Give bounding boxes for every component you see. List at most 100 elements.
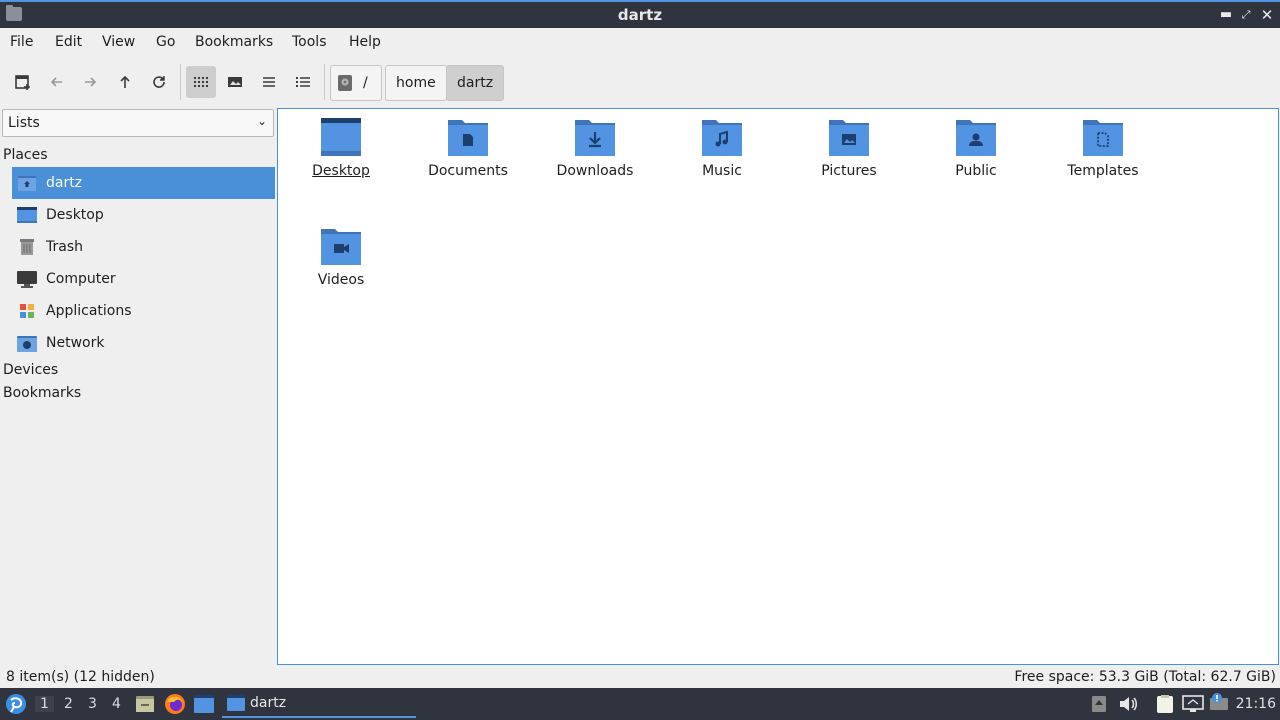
updates-icon xyxy=(1092,696,1106,712)
breadcrumb-home[interactable]: home xyxy=(385,65,447,101)
file-manager-icon xyxy=(136,696,154,712)
file-item-music[interactable]: Music xyxy=(667,109,777,199)
menu-bookmarks[interactable]: Bookmarks xyxy=(195,34,273,50)
computer-icon xyxy=(17,269,37,289)
place-label: dartz xyxy=(46,175,83,191)
file-name: Videos xyxy=(317,272,365,288)
file-name: Downloads xyxy=(556,163,634,179)
documents-folder-icon xyxy=(448,120,488,156)
tray-notifications[interactable] xyxy=(1209,692,1229,716)
file-item-pictures[interactable]: Pictures xyxy=(794,109,904,199)
file-item-templates[interactable]: Templates xyxy=(1048,109,1158,199)
clipboard-icon xyxy=(1157,695,1173,713)
tray-volume[interactable] xyxy=(1118,695,1138,717)
music-folder-icon xyxy=(702,120,742,156)
workspace-4[interactable]: 4 xyxy=(112,696,121,712)
place-label: Applications xyxy=(46,303,132,319)
menu-help[interactable]: Help xyxy=(349,34,381,50)
place-trash[interactable]: Trash xyxy=(12,231,275,263)
place-applications[interactable]: Applications xyxy=(12,295,275,327)
detailed-list-button[interactable] xyxy=(288,66,318,98)
thumbnail-view-button[interactable] xyxy=(220,66,250,98)
tray-updates[interactable] xyxy=(1091,695,1107,717)
tray-clipboard[interactable] xyxy=(1155,694,1175,718)
menu-view[interactable]: View xyxy=(102,34,135,50)
file-item-desktop[interactable]: Desktop xyxy=(286,109,396,199)
network-status-icon xyxy=(1182,695,1204,712)
toolbar-separator xyxy=(180,64,181,100)
taskbar: 1 2 3 4 dartz 21:16 xyxy=(0,688,1280,720)
reload-icon xyxy=(153,76,165,88)
file-name: Desktop xyxy=(312,163,370,179)
new-tab-button[interactable] xyxy=(8,66,38,98)
start-menu-button[interactable] xyxy=(5,693,27,719)
file-item-videos[interactable]: Videos xyxy=(286,218,396,308)
workspace-3[interactable]: 3 xyxy=(88,696,97,712)
task-dartz[interactable]: dartz xyxy=(222,690,416,718)
clock[interactable]: 21:16 xyxy=(1236,696,1276,712)
close-button[interactable]: ✕ xyxy=(1257,5,1277,25)
place-network[interactable]: Network xyxy=(12,327,275,359)
volume-icon xyxy=(1120,697,1137,711)
new-tab-icon xyxy=(15,75,30,90)
firefox-launcher[interactable] xyxy=(164,693,186,719)
file-manager-launcher[interactable] xyxy=(135,694,155,718)
minimize-button[interactable]: ▬ xyxy=(1216,5,1236,25)
side-pane: Lists ⌄ Places dartz Desktop Trash Compu… xyxy=(0,108,276,666)
breadcrumb-dartz[interactable]: dartz xyxy=(446,65,505,101)
bookmarks-header[interactable]: Bookmarks xyxy=(3,385,81,401)
place-computer[interactable]: Computer xyxy=(12,263,275,295)
place-label: Network xyxy=(46,335,105,351)
tray-network[interactable] xyxy=(1182,695,1204,717)
up-button[interactable] xyxy=(110,66,140,98)
workspace-1[interactable]: 1 xyxy=(35,696,54,712)
breadcrumb-root[interactable]: / xyxy=(330,65,382,101)
file-item-downloads[interactable]: Downloads xyxy=(540,109,650,199)
applications-icon xyxy=(17,301,37,321)
menu-go[interactable]: Go xyxy=(156,34,175,50)
file-name: Templates xyxy=(1067,163,1139,179)
free-space: Free space: 53.3 GiB (Total: 62.7 GiB) xyxy=(1014,669,1276,685)
menu-file[interactable]: File xyxy=(10,34,33,50)
notification-icon xyxy=(1210,693,1228,710)
desktop-launcher[interactable] xyxy=(193,694,215,718)
file-item-documents[interactable]: Documents xyxy=(413,109,523,199)
file-view[interactable]: Desktop Documents Downloads Music Pictur… xyxy=(277,108,1279,665)
toolbar: / home dartz xyxy=(0,56,1280,108)
downloads-folder-icon xyxy=(575,120,615,156)
side-pane-mode-select[interactable]: Lists ⌄ xyxy=(2,109,274,137)
show-desktop-icon xyxy=(194,695,214,713)
chevron-down-icon: ⌄ xyxy=(256,114,267,128)
pictures-folder-icon xyxy=(829,120,869,156)
file-name: Music xyxy=(702,163,742,179)
folder-icon xyxy=(227,695,245,711)
network-icon xyxy=(17,333,37,353)
place-desktop[interactable]: Desktop xyxy=(12,199,275,231)
firefox-icon xyxy=(165,694,185,714)
place-dartz[interactable]: dartz xyxy=(12,167,275,199)
reload-button[interactable] xyxy=(144,66,174,98)
lxqt-menu-icon xyxy=(6,694,26,714)
menu-edit[interactable]: Edit xyxy=(55,34,82,50)
devices-header[interactable]: Devices xyxy=(3,362,58,378)
place-label: Desktop xyxy=(46,207,104,223)
workspace-2[interactable]: 2 xyxy=(64,696,73,712)
maximize-button[interactable]: ⤢ xyxy=(1236,5,1256,25)
window-title: dartz xyxy=(617,6,663,24)
forward-button[interactable] xyxy=(75,66,105,98)
icon-view-button[interactable] xyxy=(186,66,216,98)
home-folder-icon xyxy=(17,173,37,193)
breadcrumb-root-label: / xyxy=(363,75,368,91)
compact-view-button[interactable] xyxy=(254,66,284,98)
task-label: dartz xyxy=(250,695,287,711)
compact-view-icon xyxy=(263,77,275,87)
place-label: Trash xyxy=(46,239,83,255)
public-folder-icon xyxy=(956,120,996,156)
back-button[interactable] xyxy=(42,66,72,98)
file-item-public[interactable]: Public xyxy=(921,109,1031,199)
places-header[interactable]: Places xyxy=(3,147,48,163)
toolbar-separator xyxy=(324,64,325,100)
status-bar: 8 item(s) (12 hidden) Free space: 53.3 G… xyxy=(0,666,1280,688)
menu-tools[interactable]: Tools xyxy=(292,34,327,50)
detailed-list-icon xyxy=(296,77,310,87)
